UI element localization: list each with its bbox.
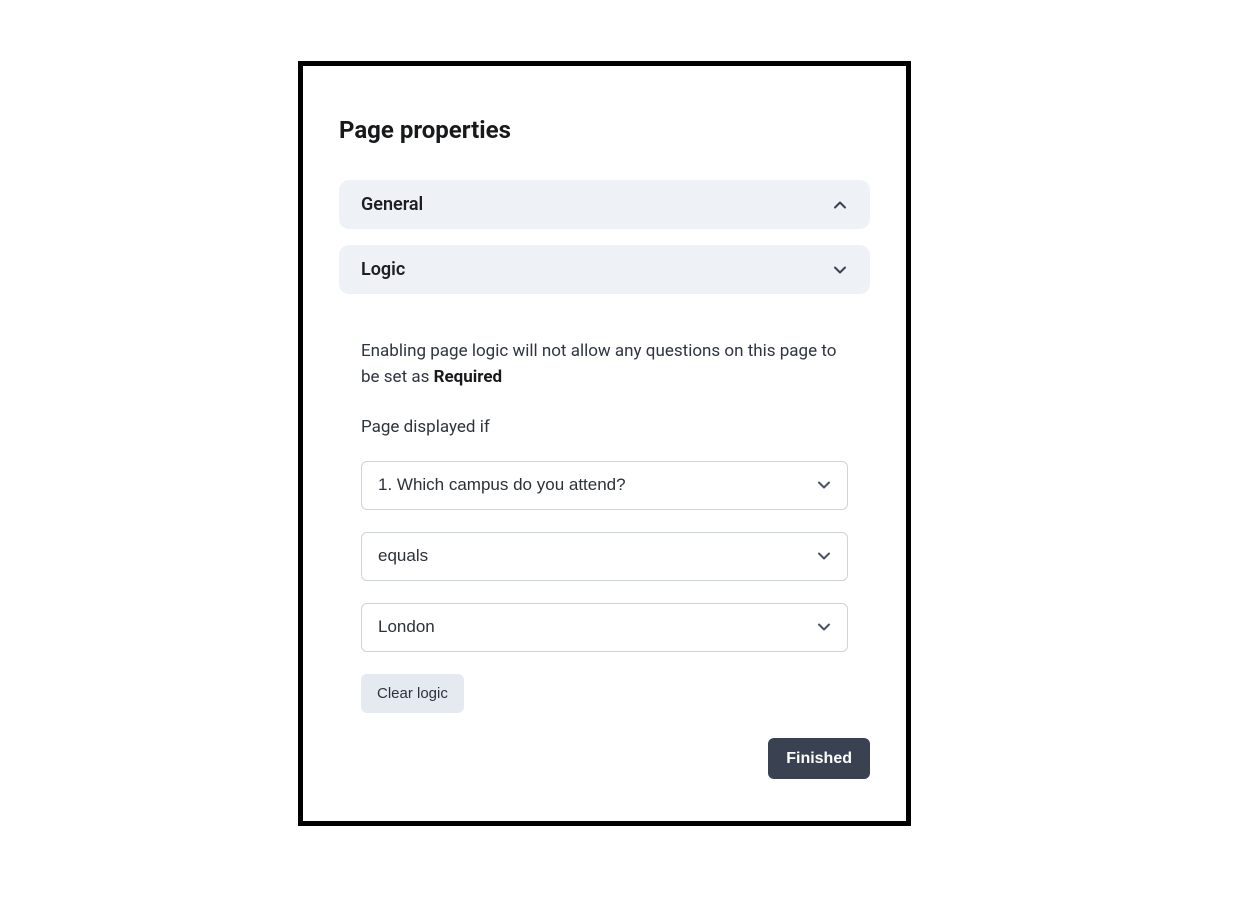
clear-logic-button[interactable]: Clear logic xyxy=(361,674,464,713)
logic-info-bold: Required xyxy=(434,367,503,387)
question-select-row: 1. Which campus do you attend? xyxy=(361,461,848,510)
logic-info-text: Enabling page logic will not allow any q… xyxy=(361,338,848,391)
accordion-logic-label: Logic xyxy=(361,259,405,280)
page-properties-panel: Page properties General Logic Enabling p… xyxy=(298,61,911,826)
value-select-value: London xyxy=(378,617,435,637)
chevron-down-icon xyxy=(832,262,848,278)
value-select[interactable]: London xyxy=(361,603,848,652)
panel-title: Page properties xyxy=(339,116,870,144)
question-select[interactable]: 1. Which campus do you attend? xyxy=(361,461,848,510)
operator-select-row: equals xyxy=(361,532,848,581)
accordion-general-label: General xyxy=(361,194,423,215)
logic-info-prefix: Enabling page logic will not allow any q… xyxy=(361,341,836,387)
accordion-general[interactable]: General xyxy=(339,180,870,229)
finished-button[interactable]: Finished xyxy=(768,738,870,779)
condition-label: Page displayed if xyxy=(361,417,848,437)
logic-section-body: Enabling page logic will not allow any q… xyxy=(339,310,870,713)
accordion-logic[interactable]: Logic xyxy=(339,245,870,294)
chevron-up-icon xyxy=(832,197,848,213)
panel-footer: Finished xyxy=(768,738,870,779)
value-select-row: London xyxy=(361,603,848,652)
question-select-value: 1. Which campus do you attend? xyxy=(378,475,626,495)
operator-select[interactable]: equals xyxy=(361,532,848,581)
operator-select-value: equals xyxy=(378,546,428,566)
